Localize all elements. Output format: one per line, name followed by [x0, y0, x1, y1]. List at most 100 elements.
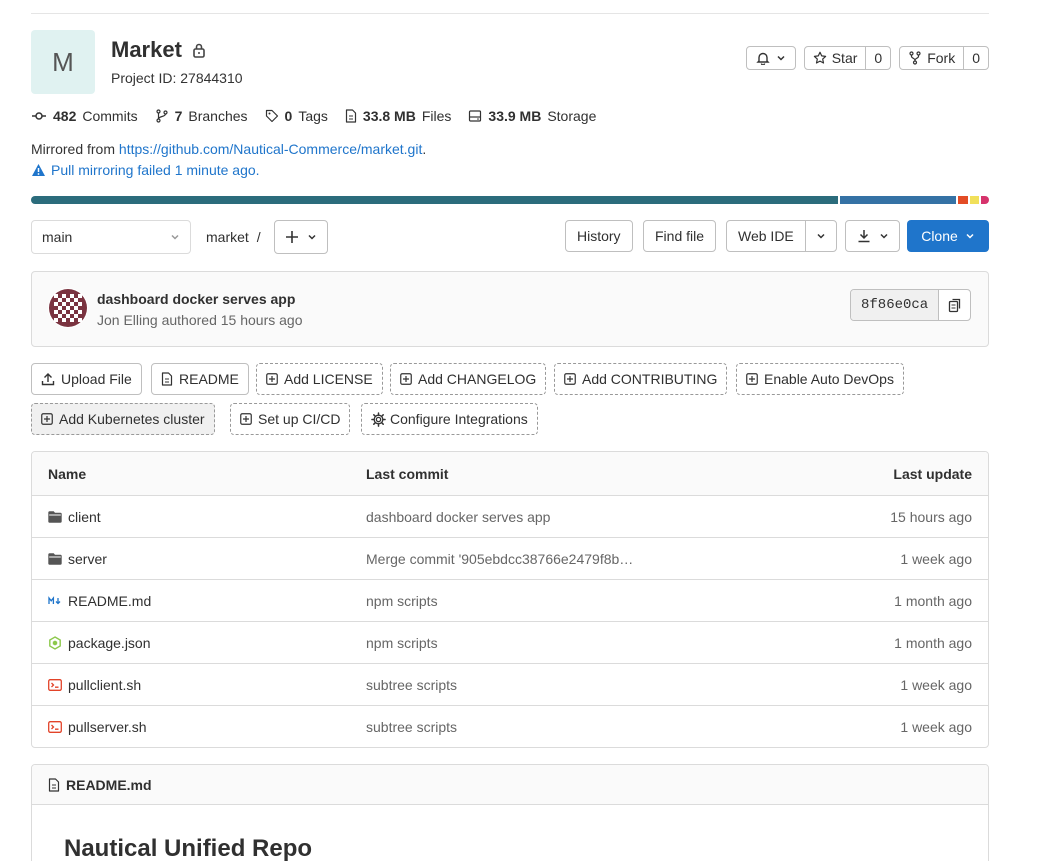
project-name[interactable]: Market: [111, 37, 182, 63]
readme-header: README.md: [32, 765, 988, 805]
stat-files[interactable]: 33.8 MB Files: [345, 108, 451, 124]
readme-filename-link[interactable]: README.md: [66, 777, 152, 793]
web-ide-group: Web IDE: [726, 220, 837, 252]
mirror-info: Mirrored from https://github.com/Nautica…: [31, 141, 426, 157]
stat-branches[interactable]: 7 Branches: [155, 108, 248, 124]
commit-sha[interactable]: 8f86e0ca: [851, 290, 940, 320]
file-name: server: [68, 550, 107, 567]
star-button[interactable]: Star: [805, 47, 866, 69]
last-update-time: 1 month ago: [894, 634, 972, 651]
history-button[interactable]: History: [565, 220, 633, 252]
terminal-icon: [48, 678, 62, 691]
readme-button[interactable]: README: [151, 363, 249, 395]
table-row[interactable]: README.md npm scripts 1 month ago: [32, 579, 988, 621]
project-avatar[interactable]: M: [31, 30, 95, 94]
set-up-ci-cd-button[interactable]: Set up CI/CD: [230, 403, 351, 435]
copy-sha-button[interactable]: [939, 290, 970, 320]
language-segment[interactable]: [979, 196, 989, 204]
add-license-button[interactable]: Add LICENSE: [256, 363, 383, 395]
last-commit-link[interactable]: Merge commit '905ebdcc38766e2479f8b…: [366, 551, 633, 567]
download-dropdown[interactable]: [845, 220, 900, 252]
plus-square-icon: [266, 373, 278, 385]
commit-author-link[interactable]: Jon Elling: [97, 312, 158, 328]
column-header-name: Name: [48, 465, 87, 482]
mirror-failed-text: Pull mirroring failed 1 minute ago.: [51, 162, 260, 178]
doc-icon: [161, 372, 173, 386]
commit-title-link[interactable]: dashboard docker serves app: [97, 291, 295, 307]
language-segment[interactable]: [837, 196, 957, 204]
breadcrumb-separator: /: [256, 229, 261, 245]
file-name-cell[interactable]: README.md: [48, 593, 151, 609]
stat-value: 33.8 MB: [362, 108, 416, 124]
language-segment[interactable]: [956, 196, 968, 204]
table-row[interactable]: pullclient.sh subtree scripts 1 week ago: [32, 663, 988, 705]
breadcrumb-root[interactable]: market: [206, 229, 249, 245]
readme-heading: Nautical Unified Repo: [64, 835, 313, 861]
chevron-down-icon: [965, 231, 975, 241]
configure-integrations-button[interactable]: Configure Integrations: [361, 403, 538, 435]
file-name: pullserver.sh: [68, 718, 147, 735]
table-header: Name Last commit Last update: [32, 452, 988, 495]
file-name: pullclient.sh: [68, 676, 142, 693]
file-name-cell[interactable]: pullserver.sh: [48, 719, 147, 735]
chevron-down-icon: [816, 231, 826, 241]
file-name-cell[interactable]: client: [48, 509, 101, 525]
last-commit-link[interactable]: npm scripts: [366, 635, 438, 651]
folder-icon: [48, 510, 62, 523]
last-commit-panel: dashboard docker serves app Jon Elling a…: [31, 271, 989, 347]
storage-icon: [468, 109, 482, 123]
star-count[interactable]: 0: [865, 47, 890, 69]
clone-dropdown[interactable]: Clone: [907, 220, 989, 252]
upload-icon: [41, 372, 55, 386]
fork-button[interactable]: Fork: [900, 47, 963, 69]
table-row[interactable]: pullserver.sh subtree scripts 1 week ago: [32, 705, 988, 747]
top-divider: [31, 13, 989, 14]
plus-square-icon: [41, 413, 53, 425]
table-row[interactable]: client dashboard docker serves app 15 ho…: [32, 495, 988, 537]
author-avatar[interactable]: [48, 288, 88, 328]
add-kubernetes-cluster-button[interactable]: Add Kubernetes cluster: [31, 403, 215, 435]
last-update-time: 1 week ago: [900, 718, 972, 735]
commit-authored-text: authored: [161, 312, 217, 328]
notification-dropdown[interactable]: [745, 46, 796, 70]
mirror-url-link[interactable]: https://github.com/Nautical-Commerce/mar…: [119, 141, 422, 157]
commit-meta: Jon Elling authored 15 hours ago: [97, 312, 303, 328]
last-commit-link[interactable]: npm scripts: [366, 593, 438, 609]
stat-storage[interactable]: 33.9 MB Storage: [468, 108, 596, 124]
fork-button-group: Fork 0: [899, 46, 989, 70]
file-name-cell[interactable]: server: [48, 551, 107, 567]
table-row[interactable]: server Merge commit '905ebdcc38766e2479f…: [32, 537, 988, 579]
language-segment[interactable]: [967, 196, 980, 204]
fork-icon: [908, 51, 922, 65]
add-contributing-button[interactable]: Add CONTRIBUTING: [554, 363, 728, 395]
stat-tags[interactable]: 0 Tags: [265, 108, 328, 124]
plus-square-icon: [746, 373, 758, 385]
last-update-time: 15 hours ago: [890, 508, 972, 525]
branch-icon: [155, 109, 169, 123]
branch-selector[interactable]: main: [31, 220, 191, 254]
add-to-tree-dropdown[interactable]: [274, 220, 328, 254]
file-name-cell[interactable]: package.json: [48, 635, 151, 651]
project-id: Project ID: 27844310: [111, 70, 243, 86]
last-commit-link[interactable]: subtree scripts: [366, 719, 457, 735]
star-button-group: Star 0: [803, 46, 892, 70]
language-segment[interactable]: [31, 196, 838, 204]
upload-file-button[interactable]: Upload File: [31, 363, 142, 395]
table-row[interactable]: package.json npm scripts 1 month ago: [32, 621, 988, 663]
file-name: package.json: [68, 634, 151, 651]
stat-value: 482: [53, 108, 77, 124]
add-changelog-button[interactable]: Add CHANGELOG: [390, 363, 547, 395]
web-ide-button[interactable]: Web IDE: [727, 221, 805, 251]
mirror-failed-link[interactable]: Pull mirroring failed 1 minute ago.: [31, 162, 260, 178]
last-commit-link[interactable]: dashboard docker serves app: [366, 509, 550, 525]
stat-label: Storage: [547, 108, 597, 124]
enable-auto-devops-button[interactable]: Enable Auto DevOps: [736, 363, 904, 395]
stat-commits[interactable]: 482 Commits: [31, 108, 138, 124]
last-commit-link[interactable]: subtree scripts: [366, 677, 457, 693]
find-file-button[interactable]: Find file: [643, 220, 717, 252]
column-header-last-update: Last update: [893, 465, 972, 482]
web-ide-dropdown[interactable]: [804, 221, 836, 251]
file-name-cell[interactable]: pullclient.sh: [48, 677, 141, 693]
fork-count[interactable]: 0: [963, 47, 988, 69]
file-tree-table: Name Last commit Last update client dash…: [31, 451, 989, 748]
